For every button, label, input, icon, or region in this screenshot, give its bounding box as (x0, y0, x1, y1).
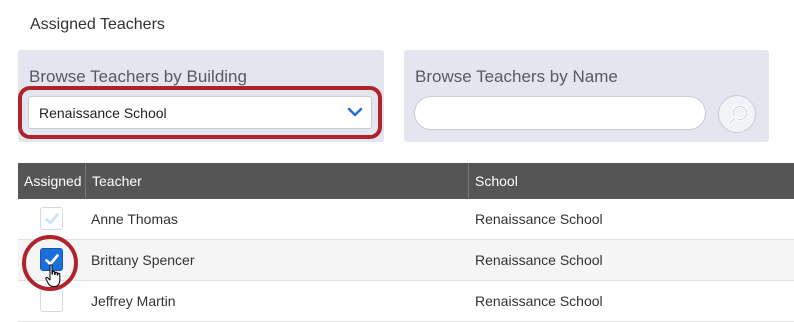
assigned-checkbox[interactable] (40, 207, 63, 230)
table-row: Anne Thomas Renaissance School (18, 199, 794, 240)
teacher-name: Anne Thomas (91, 211, 178, 227)
building-select[interactable]: Renaissance School (28, 96, 372, 129)
teacher-table-header: Assigned Teacher School (18, 163, 794, 199)
school-name: Renaissance School (475, 293, 603, 309)
hand-cursor-icon (45, 264, 63, 293)
building-filter-label: Browse Teachers by Building (29, 67, 247, 86)
school-name: Renaissance School (475, 252, 603, 268)
teacher-name-input[interactable] (414, 96, 706, 130)
chevron-down-icon (347, 104, 363, 120)
checkmark-icon (45, 213, 59, 225)
name-filter-label: Browse Teachers by Name (415, 67, 618, 86)
table-row: Brittany Spencer Renaissance School (18, 240, 794, 281)
table-row: Jeffrey Martin Renaissance School (18, 281, 794, 322)
name-filter-panel: Browse Teachers by Name (404, 50, 769, 142)
building-select-value: Renaissance School (39, 105, 167, 121)
column-header-teacher[interactable]: Teacher (86, 163, 469, 199)
teacher-name: Jeffrey Martin (91, 293, 176, 309)
column-header-school[interactable]: School (469, 163, 794, 199)
teacher-name: Brittany Spencer (91, 252, 195, 268)
school-name: Renaissance School (475, 211, 603, 227)
building-filter-panel: Browse Teachers by Building Renaissance … (18, 50, 384, 142)
column-header-assigned[interactable]: Assigned (18, 163, 86, 199)
search-button[interactable] (718, 95, 756, 133)
page-title: Assigned Teachers (30, 16, 165, 33)
